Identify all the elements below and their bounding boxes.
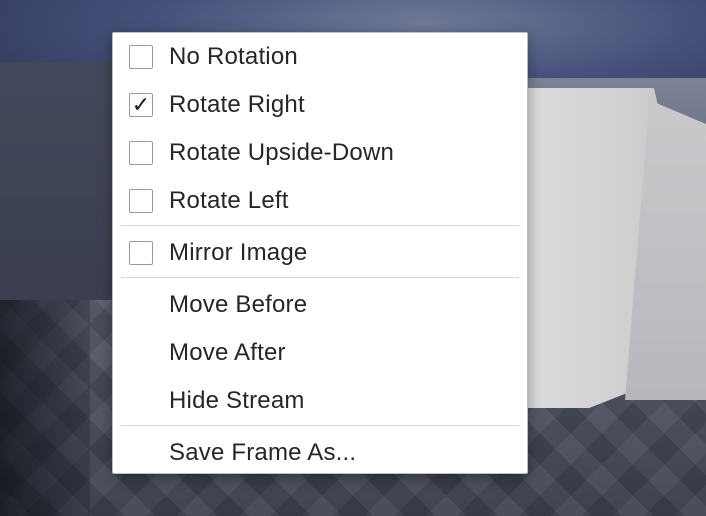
- menu-item-label: Hide Stream: [169, 387, 305, 414]
- checkbox-rotate-right[interactable]: ✓: [129, 93, 153, 117]
- menu-item-label: Rotate Left: [169, 187, 289, 214]
- menu-item-rotate-upside-down[interactable]: Rotate Upside-Down: [113, 130, 527, 176]
- floor-shadow: [0, 300, 90, 516]
- checkbox-rotate-upside-down[interactable]: [129, 141, 153, 165]
- menu-item-hide-stream[interactable]: Hide Stream: [113, 378, 527, 424]
- menu-item-no-rotation[interactable]: No Rotation: [113, 34, 527, 80]
- menu-item-label: Move Before: [169, 291, 308, 318]
- menu-item-label: Rotate Right: [169, 91, 305, 118]
- menu-item-mirror-image[interactable]: Mirror Image: [113, 230, 527, 276]
- menu-item-rotate-left[interactable]: Rotate Left: [113, 178, 527, 224]
- menu-item-label: Save Frame As...: [169, 439, 357, 466]
- checkbox-mirror-image[interactable]: [129, 241, 153, 265]
- menu-item-label: Rotate Upside-Down: [169, 139, 395, 166]
- checkbox-no-rotation[interactable]: [129, 45, 153, 69]
- menu-item-label: Move After: [169, 339, 286, 366]
- menu-item-move-before[interactable]: Move Before: [113, 282, 527, 328]
- menu-separator: [121, 277, 519, 278]
- menu-item-label: Mirror Image: [169, 239, 308, 266]
- checkbox-rotate-left[interactable]: [129, 189, 153, 213]
- menu-item-rotate-right[interactable]: ✓ Rotate Right: [113, 82, 527, 128]
- menu-item-move-after[interactable]: Move After: [113, 330, 527, 376]
- menu-separator: [121, 425, 519, 426]
- menu-item-save-frame-as[interactable]: Save Frame As...: [113, 430, 527, 476]
- checkmark-icon: ✓: [131, 92, 151, 118]
- menu-separator: [121, 225, 519, 226]
- stream-context-menu: No Rotation ✓ Rotate Right Rotate Upside…: [112, 32, 528, 474]
- menu-item-label: No Rotation: [169, 43, 298, 70]
